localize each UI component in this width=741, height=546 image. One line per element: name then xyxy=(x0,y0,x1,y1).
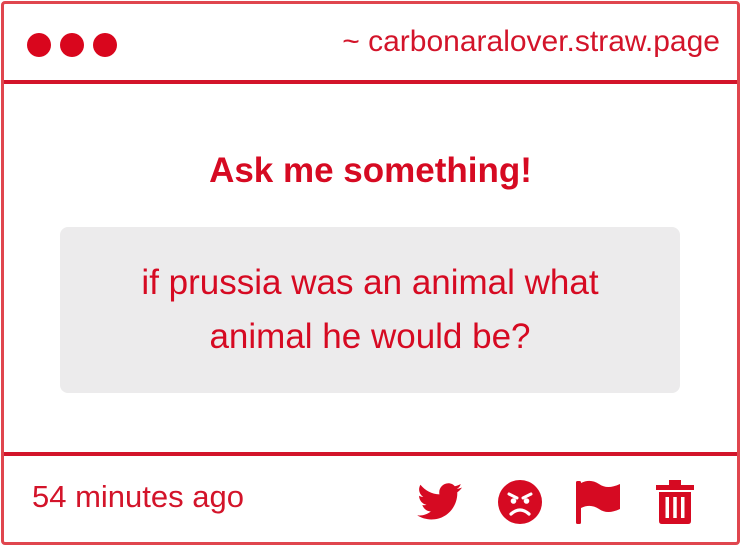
trash-icon xyxy=(656,480,694,524)
page-title: Ask me something! xyxy=(209,151,532,190)
window-titlebar: ~ carbonaralover.straw.page xyxy=(4,4,737,84)
window-controls xyxy=(27,33,117,57)
ask-card: ~ carbonaralover.straw.page Ask me somet… xyxy=(1,1,740,545)
window-dot-2[interactable] xyxy=(60,33,84,57)
twitter-icon xyxy=(417,483,463,520)
delete-button[interactable] xyxy=(651,478,699,526)
card-footer: 54 minutes ago xyxy=(4,452,737,542)
share-twitter-button[interactable] xyxy=(416,478,464,526)
react-angry-button[interactable] xyxy=(496,478,544,526)
page-url: ~ carbonaralover.straw.page xyxy=(342,25,720,58)
report-flag-button[interactable] xyxy=(574,478,622,526)
question-text: if prussia was an animal what animal he … xyxy=(141,263,599,356)
question-box: if prussia was an animal what animal he … xyxy=(60,227,680,393)
window-dot-1[interactable] xyxy=(27,33,51,57)
flag-icon xyxy=(576,480,620,524)
timestamp: 54 minutes ago xyxy=(32,479,244,514)
window-dot-3[interactable] xyxy=(93,33,117,57)
angry-face-icon xyxy=(498,480,542,524)
